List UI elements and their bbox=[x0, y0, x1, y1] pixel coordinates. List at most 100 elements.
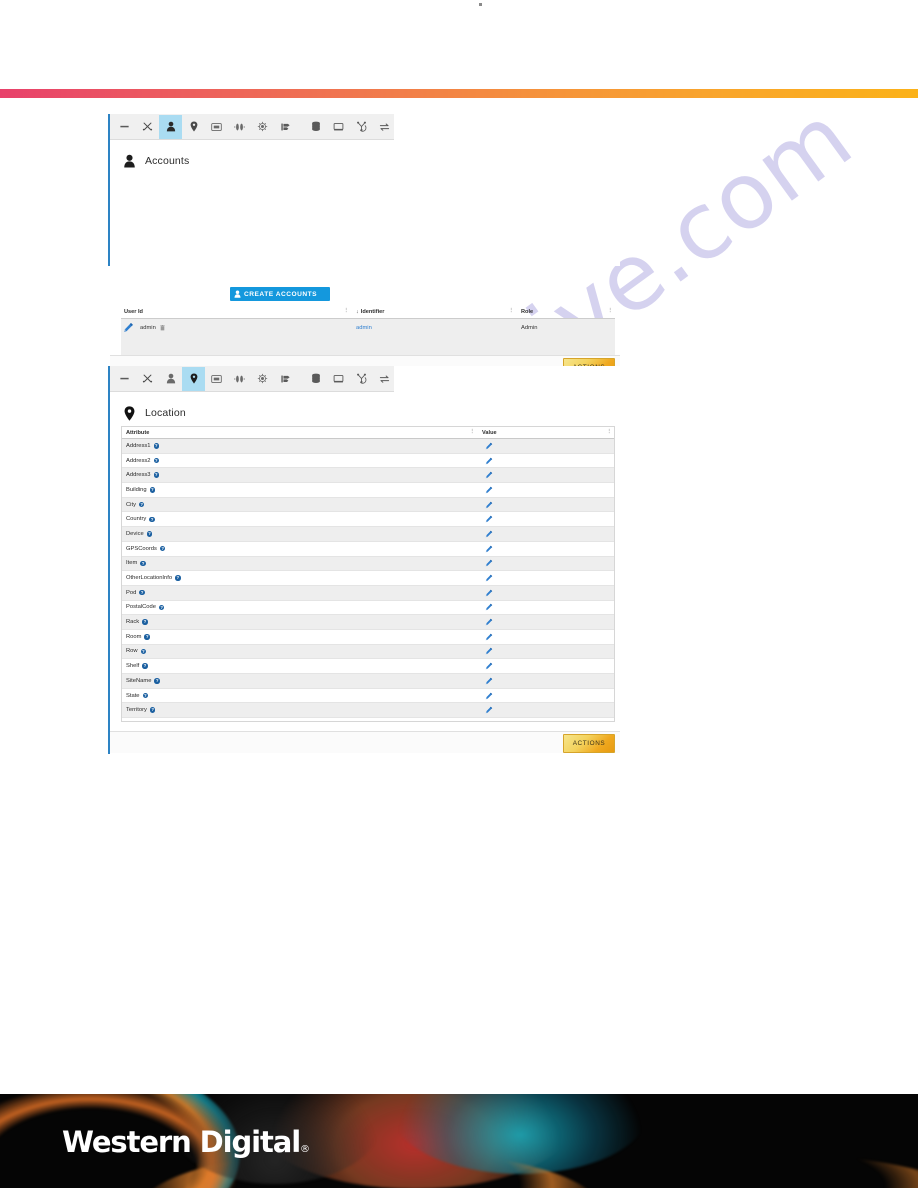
edit-pencil-icon[interactable] bbox=[485, 574, 493, 582]
help-icon[interactable]: ? bbox=[144, 634, 150, 640]
cell-identifier[interactable]: admin bbox=[351, 319, 516, 336]
create-accounts-button[interactable]: CREATE ACCOUNTS bbox=[230, 287, 330, 301]
enclosure-icon-button[interactable] bbox=[205, 115, 228, 139]
help-icon[interactable]: ? bbox=[153, 457, 159, 464]
tools-icon-button[interactable] bbox=[136, 115, 159, 139]
help-icon[interactable]: ? bbox=[146, 531, 153, 537]
fans-icon-button[interactable] bbox=[228, 367, 251, 391]
topology-icon-button[interactable] bbox=[350, 115, 373, 139]
column-resize-handle[interactable]: ⋮ bbox=[344, 308, 350, 314]
table-row[interactable]: Rack? bbox=[122, 615, 614, 630]
table-row[interactable]: City? bbox=[122, 497, 614, 513]
edit-pencil-icon[interactable] bbox=[485, 706, 493, 714]
help-icon[interactable]: ? bbox=[142, 663, 148, 669]
edit-pencil-icon[interactable] bbox=[485, 457, 493, 465]
column-header-user-id[interactable]: User Id ⋮ bbox=[121, 306, 351, 318]
help-icon[interactable]: ? bbox=[138, 501, 145, 508]
enclosure-icon-button[interactable] bbox=[205, 367, 228, 391]
monitor-icon-button[interactable] bbox=[327, 367, 350, 391]
topology-icon-button[interactable] bbox=[350, 367, 373, 391]
table-row[interactable]: OtherLocationInfo? bbox=[122, 571, 614, 586]
help-icon[interactable]: ? bbox=[140, 648, 147, 655]
table-row[interactable]: Device? bbox=[122, 527, 614, 542]
column-header-value[interactable]: Value ⋮ bbox=[477, 427, 614, 438]
column-header-identifier[interactable]: ↓ Identifier ⋮ bbox=[351, 306, 516, 318]
actions-button[interactable]: ACTIONS bbox=[563, 734, 615, 753]
edit-pencil-icon[interactable] bbox=[485, 559, 493, 567]
edit-pencil-icon[interactable] bbox=[485, 589, 493, 597]
table-row[interactable]: State? bbox=[122, 689, 614, 704]
dash-icon-button[interactable] bbox=[113, 115, 136, 139]
user-icon-button[interactable] bbox=[159, 367, 182, 391]
power-icon-button[interactable] bbox=[274, 115, 297, 139]
help-icon[interactable]: ? bbox=[153, 472, 159, 478]
edit-pencil-icon[interactable] bbox=[485, 603, 493, 611]
location-pin-icon-button[interactable] bbox=[182, 366, 205, 391]
location-pin-icon-button[interactable] bbox=[182, 115, 205, 139]
fans-icon-button[interactable] bbox=[228, 115, 251, 139]
help-icon[interactable]: ? bbox=[142, 692, 149, 699]
help-icon[interactable]: ? bbox=[158, 604, 165, 611]
edit-pencil-icon[interactable] bbox=[485, 442, 493, 450]
edit-pencil-icon[interactable] bbox=[485, 692, 493, 700]
accounts-table: User Id ⋮ ↓ Identifier ⋮ Role ⋮ admin ad… bbox=[121, 306, 615, 361]
table-row[interactable]: Row? bbox=[122, 644, 614, 660]
help-icon[interactable]: ? bbox=[159, 545, 166, 552]
table-row[interactable]: Room? bbox=[122, 630, 614, 645]
column-resize-handle[interactable]: ⋮ bbox=[607, 429, 613, 435]
help-icon[interactable]: ? bbox=[140, 560, 146, 567]
table-row[interactable]: PostalCode? bbox=[122, 601, 614, 616]
delete-icon[interactable] bbox=[159, 324, 165, 331]
cell-attribute: Pod? bbox=[122, 586, 477, 600]
edit-pencil-icon[interactable] bbox=[485, 486, 493, 494]
help-icon[interactable]: ? bbox=[142, 619, 148, 625]
column-resize-handle[interactable]: ⋮ bbox=[608, 308, 614, 314]
table-row[interactable]: Address2? bbox=[122, 454, 614, 469]
help-icon[interactable]: ? bbox=[153, 443, 159, 449]
database-icon-button[interactable] bbox=[304, 115, 327, 139]
user-icon-button[interactable] bbox=[159, 114, 182, 139]
edit-pencil-icon[interactable] bbox=[485, 545, 493, 553]
edit-pencil-icon[interactable] bbox=[123, 322, 134, 333]
table-row[interactable]: Item? bbox=[122, 556, 614, 572]
table-row[interactable]: Territory? bbox=[122, 703, 614, 719]
column-resize-handle[interactable]: ⋮ bbox=[509, 308, 515, 314]
help-icon[interactable]: ? bbox=[149, 487, 156, 493]
table-row[interactable]: Building? bbox=[122, 483, 614, 498]
table-row[interactable]: Pod? bbox=[122, 585, 614, 601]
edit-pencil-icon[interactable] bbox=[485, 501, 493, 509]
edit-pencil-icon[interactable] bbox=[485, 471, 493, 479]
dash-icon-button[interactable] bbox=[113, 367, 136, 391]
help-icon[interactable]: ? bbox=[154, 678, 160, 684]
table-row[interactable]: admin admin Admin bbox=[121, 319, 615, 336]
accounts-table-header: User Id ⋮ ↓ Identifier ⋮ Role ⋮ bbox=[121, 306, 615, 319]
monitor-icon-button[interactable] bbox=[327, 115, 350, 139]
cooling-icon-button[interactable] bbox=[251, 115, 274, 139]
column-header-role[interactable]: Role ⋮ bbox=[516, 306, 615, 318]
edit-pencil-icon[interactable] bbox=[485, 677, 493, 685]
column-header-attribute[interactable]: Attribute ⋮ bbox=[122, 427, 477, 438]
database-icon-button[interactable] bbox=[304, 367, 327, 391]
edit-pencil-icon[interactable] bbox=[485, 618, 493, 626]
edit-pencil-icon[interactable] bbox=[485, 530, 493, 538]
edit-pencil-icon[interactable] bbox=[485, 647, 493, 655]
table-row[interactable]: Country? bbox=[122, 512, 614, 528]
tools-icon-button[interactable] bbox=[136, 367, 159, 391]
help-icon[interactable]: ? bbox=[149, 516, 155, 523]
edit-pencil-icon[interactable] bbox=[485, 515, 493, 523]
cooling-icon-button[interactable] bbox=[251, 367, 274, 391]
table-row[interactable]: SiteName? bbox=[122, 674, 614, 689]
transfer-icon-button[interactable] bbox=[373, 115, 396, 139]
column-resize-handle[interactable]: ⋮ bbox=[470, 429, 476, 435]
table-row[interactable]: GPSCoords? bbox=[122, 542, 614, 557]
help-icon[interactable]: ? bbox=[149, 707, 156, 713]
edit-pencil-icon[interactable] bbox=[485, 662, 493, 670]
help-icon[interactable]: ? bbox=[175, 575, 181, 581]
table-row[interactable]: Address1? bbox=[122, 439, 614, 454]
transfer-icon-button[interactable] bbox=[373, 367, 396, 391]
edit-pencil-icon[interactable] bbox=[485, 633, 493, 641]
table-row[interactable]: Address3? bbox=[122, 468, 614, 484]
table-row[interactable]: Shelf? bbox=[122, 659, 614, 674]
help-icon[interactable]: ? bbox=[139, 589, 145, 596]
power-icon-button[interactable] bbox=[274, 367, 297, 391]
